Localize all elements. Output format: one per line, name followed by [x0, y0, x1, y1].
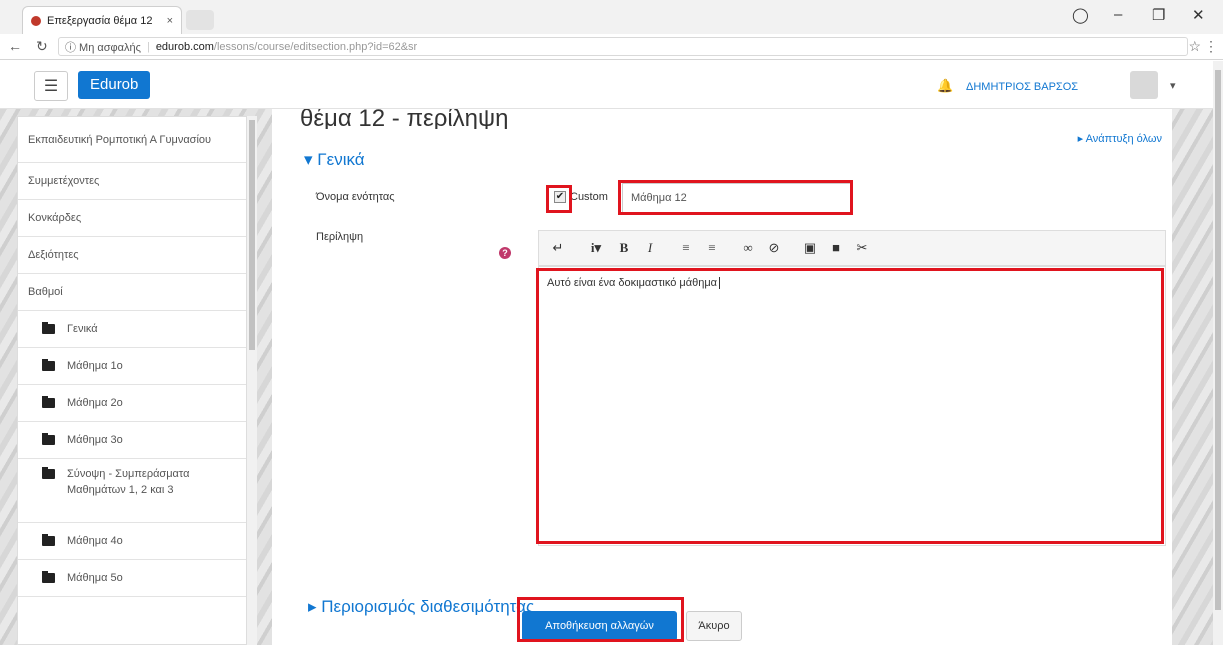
address-bar: ← ↻ ⓘ Μη ασφαλής | edurob.com /lessons/c…	[0, 34, 1223, 60]
sidebar-item-lesson-2[interactable]: Μάθημα 2ο	[18, 385, 246, 422]
sidebar-item-competencies[interactable]: Δεξιότητες	[18, 237, 246, 274]
restore-icon[interactable]: ❐	[1152, 6, 1165, 24]
folder-icon	[42, 571, 55, 583]
sidebar-item-label: Μάθημα 5ο	[67, 572, 123, 584]
profile-icon[interactable]: ◯	[1072, 6, 1089, 24]
url-input[interactable]: ⓘ Μη ασφαλής | edurob.com /lessons/cours…	[58, 37, 1188, 56]
sidebar-item-label: Εκπαιδευτική Ρομποτική Α Γυμνασίου	[28, 133, 212, 146]
site-navbar: ☰ Edurob 🔔 ΔΗΜΗΤΡΙΟΣ ΒΑΡΣΟΣ ▾	[0, 61, 1213, 109]
sidebar-item-lesson-5[interactable]: Μάθημα 5ο	[18, 560, 246, 597]
back-icon[interactable]: ←	[8, 38, 22, 54]
sidebar-item-label: Γενικά	[67, 323, 98, 335]
site-brand[interactable]: Edurob	[78, 71, 151, 99]
sidebar-item-badges[interactable]: Κονκάρδες	[18, 200, 246, 237]
sidebar-item-course[interactable]: Εκπαιδευτική Ρομποτική Α Γυμνασίου	[18, 117, 246, 163]
editor-toolbar: ↵ i▾ B I ≡ ≡ ∞ ⊘ ▣ ■ ✂	[538, 230, 1166, 266]
user-name[interactable]: ΔΗΜΗΤΡΙΟΣ ΒΑΡΣΟΣ	[966, 81, 1078, 93]
url-path: /lessons/course/editsection.php?id=62&sr	[213, 40, 418, 53]
summary-label: Περίληψη	[316, 231, 364, 243]
minimize-icon[interactable]: –	[1114, 6, 1122, 23]
folder-icon	[42, 359, 55, 371]
url-domain: edurob.com	[155, 40, 214, 53]
image-icon[interactable]: ▣	[797, 235, 823, 261]
section-name-label: Όνομα ενότητας	[316, 191, 395, 203]
folder-icon	[42, 467, 55, 479]
toolbar-toggle-icon[interactable]: ↵	[545, 235, 571, 261]
avatar[interactable]	[1130, 71, 1158, 99]
main-panel: θέμα 12 - περίληψη ▸ Ανάπτυξη όλων ▾ Γεν…	[272, 109, 1172, 645]
sidebar-item-label: Μάθημα 2ο	[67, 397, 123, 409]
browser-menu-icon[interactable]: ⋮	[1204, 38, 1218, 55]
sidebar-item-lesson-3[interactable]: Μάθημα 3ο	[18, 422, 246, 459]
sidebar-item-label: Μάθημα 1ο	[67, 360, 123, 372]
sidebar-item-label: Συμμετέχοντες	[28, 175, 100, 187]
link-icon[interactable]: ∞	[735, 235, 761, 261]
italic-icon[interactable]: I	[637, 235, 663, 261]
folder-icon	[42, 534, 55, 546]
sidebar-item-lesson-1[interactable]: Μάθημα 1ο	[18, 348, 246, 385]
sidebar-item-participants[interactable]: Συμμετέχοντες	[18, 163, 246, 200]
tab-title: Επεξεργασία θέμα 12	[47, 14, 153, 27]
folder-icon	[42, 322, 55, 334]
url-separator: |	[146, 40, 150, 53]
bold-icon[interactable]: B	[611, 235, 637, 261]
bookmark-star-icon[interactable]: ☆	[1188, 38, 1201, 55]
cancel-button[interactable]: Άκυρο	[686, 611, 742, 641]
favicon-icon	[31, 15, 41, 26]
sidebar-item-summary[interactable]: Σύνοψη - Συμπεράσματα Μαθημάτων 1, 2 και…	[18, 459, 246, 523]
close-window-icon[interactable]: ✕	[1192, 6, 1205, 24]
browser-tab-bar: Επεξεργασία θέμα 12 × ◯ – ❐ ✕	[0, 0, 1223, 34]
page-scrollbar-thumb[interactable]	[1215, 70, 1221, 610]
text-cursor: ​	[719, 277, 721, 289]
ordered-list-icon[interactable]: ≡	[699, 235, 725, 261]
save-changes-button[interactable]: Αποθήκευση αλλαγών	[522, 611, 677, 641]
caret-down-icon[interactable]: ▾	[1170, 79, 1176, 92]
folder-icon	[42, 396, 55, 408]
manage-files-icon[interactable]: ✂	[849, 235, 875, 261]
section-name-input[interactable]	[622, 183, 852, 213]
unlink-icon[interactable]: ⊘	[761, 235, 787, 261]
paragraph-styles-icon[interactable]: i▾	[581, 235, 611, 261]
summary-editor[interactable]: Αυτό είναι ένα δοκιμαστικό μάθημα​	[538, 266, 1166, 546]
sidebar-item-label: Δεξιότητες	[28, 249, 79, 261]
reload-icon[interactable]: ↻	[36, 38, 48, 55]
sidebar-item-lesson-4[interactable]: Μάθημα 4ο	[18, 523, 246, 560]
course-sidebar: Εκπαιδευτική Ρομποτική Α Γυμνασίου Συμμε…	[17, 116, 247, 645]
security-indicator[interactable]: ⓘ Μη ασφαλής	[65, 39, 141, 55]
custom-checkbox-label: Custom	[570, 191, 608, 203]
custom-checkbox[interactable]: ✔	[554, 191, 566, 203]
sidebar-item-label: Μάθημα 4ο	[67, 535, 123, 547]
new-tab-button[interactable]	[186, 10, 214, 30]
sidebar-item-grades[interactable]: Βαθμοί	[18, 274, 246, 311]
unordered-list-icon[interactable]: ≡	[673, 235, 699, 261]
browser-tab[interactable]: Επεξεργασία θέμα 12 ×	[22, 6, 182, 34]
video-icon[interactable]: ■	[823, 235, 849, 261]
expand-all-link[interactable]: ▸ Ανάπτυξη όλων	[1078, 132, 1162, 145]
hamburger-menu-button[interactable]: ☰	[34, 71, 68, 101]
sidebar-scrollbar-thumb[interactable]	[249, 120, 255, 350]
tab-close-icon[interactable]: ×	[167, 15, 173, 27]
section-general-toggle[interactable]: ▾ Γενικά	[304, 150, 365, 170]
sidebar-item-label: Μάθημα 3ο	[67, 434, 123, 446]
sidebar-item-general[interactable]: Γενικά	[18, 311, 246, 348]
editor-content: Αυτό είναι ένα δοκιμαστικό μάθημα	[547, 277, 718, 289]
bell-icon[interactable]: 🔔	[937, 78, 953, 94]
help-icon[interactable]: ?	[499, 247, 511, 259]
page-title: θέμα 12 - περίληψη	[300, 109, 509, 129]
sidebar-item-label: Κονκάρδες	[28, 212, 82, 224]
folder-icon	[42, 433, 55, 445]
section-restrict-toggle[interactable]: ▸ Περιορισμός διαθεσιμότητας	[308, 597, 534, 617]
sidebar-item-label: Σύνοψη - Συμπεράσματα Μαθημάτων 1, 2 και…	[67, 468, 190, 496]
sidebar-item-label: Βαθμοί	[28, 286, 63, 298]
